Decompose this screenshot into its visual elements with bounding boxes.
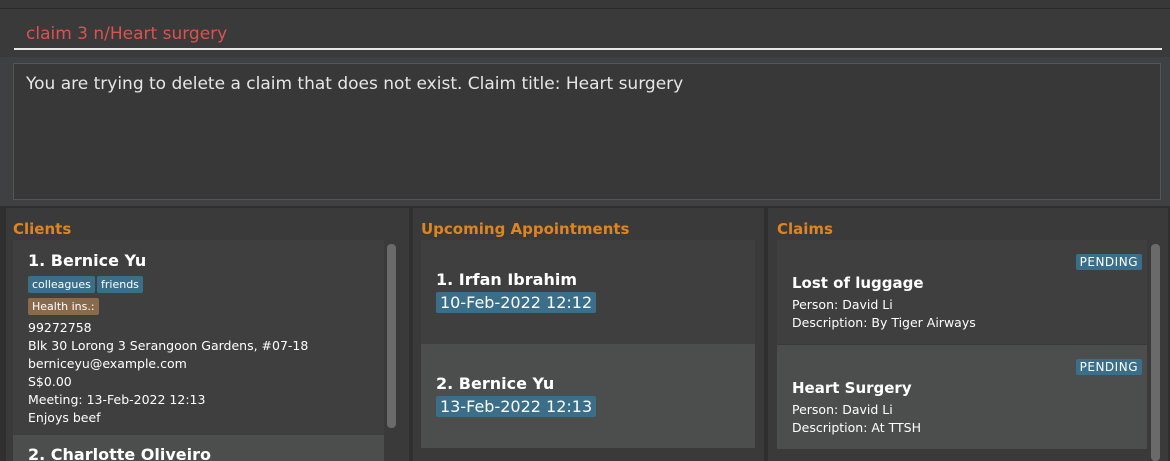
client-card[interactable]: 2. Charlotte Oliveiro — [13, 435, 384, 461]
claim-card[interactable]: PENDING Lost of luggage Person: David Li… — [777, 240, 1147, 344]
client-tag: colleagues — [28, 276, 95, 293]
insurance-tag: Health ins.: — [28, 298, 99, 315]
client-meeting: Meeting: 13-Feb-2022 12:13 — [28, 392, 206, 407]
result-message: You are trying to delete a claim that do… — [26, 74, 684, 94]
claims-title: Claims — [777, 220, 833, 238]
client-address: Blk 30 Lorong 3 Serangoon Gardens, #07-1… — [28, 338, 309, 353]
claim-description: Description: At TTSH — [792, 420, 921, 435]
claim-status-badge: PENDING — [1075, 359, 1142, 375]
appointment-card[interactable]: 2. Bernice Yu 13-Feb-2022 12:13 — [421, 344, 755, 448]
command-input[interactable] — [14, 20, 1162, 50]
clients-title: Clients — [13, 220, 72, 238]
appointment-datetime: 13-Feb-2022 12:13 — [436, 396, 597, 417]
claim-card[interactable]: PENDING Heart Surgery Person: David Li D… — [777, 345, 1147, 449]
claim-person: Person: David Li — [792, 297, 893, 312]
client-tag: friends — [97, 276, 143, 293]
result-display: You are trying to delete a claim that do… — [13, 63, 1161, 200]
client-name: 2. Charlotte Oliveiro — [28, 445, 212, 461]
claim-person: Person: David Li — [792, 402, 893, 417]
clients-panel: Clients 1. Bernice Yu colleagues friends… — [6, 208, 409, 461]
appointment-datetime: 10-Feb-2022 12:12 — [436, 292, 597, 313]
appointments-panel: Upcoming Appointments 1. Irfan Ibrahim 1… — [413, 208, 764, 461]
clients-list[interactable]: 1. Bernice Yu colleagues friends Health … — [13, 240, 384, 461]
claims-list[interactable]: PENDING Lost of luggage Person: David Li… — [777, 240, 1147, 461]
client-email: berniceyu@example.com — [28, 356, 187, 371]
client-name: 1. Bernice Yu — [28, 251, 147, 270]
command-box — [0, 9, 1170, 57]
client-amount: S$0.00 — [28, 374, 72, 389]
claim-title: Heart Surgery — [792, 379, 912, 397]
claims-scrollbar[interactable] — [1151, 244, 1160, 461]
claim-status-badge: PENDING — [1075, 254, 1142, 270]
clients-scrollbar[interactable] — [387, 244, 396, 428]
client-card[interactable]: 1. Bernice Yu colleagues friends Health … — [13, 240, 384, 435]
client-note: Enjoys beef — [28, 410, 101, 425]
appointment-card[interactable]: 1. Irfan Ibrahim 10-Feb-2022 12:12 — [421, 240, 755, 344]
appointment-name: 1. Irfan Ibrahim — [436, 270, 577, 289]
claim-description: Description: By Tiger Airways — [792, 315, 976, 330]
client-phone: 99272758 — [28, 320, 92, 335]
claim-title: Lost of luggage — [792, 274, 924, 292]
appointment-name: 2. Bernice Yu — [436, 374, 555, 393]
top-strip — [0, 0, 1170, 9]
appointments-title: Upcoming Appointments — [421, 220, 630, 238]
claims-panel: Claims PENDING Lost of luggage Person: D… — [768, 208, 1168, 461]
appointments-list[interactable]: 1. Irfan Ibrahim 10-Feb-2022 12:12 2. Be… — [421, 240, 755, 461]
